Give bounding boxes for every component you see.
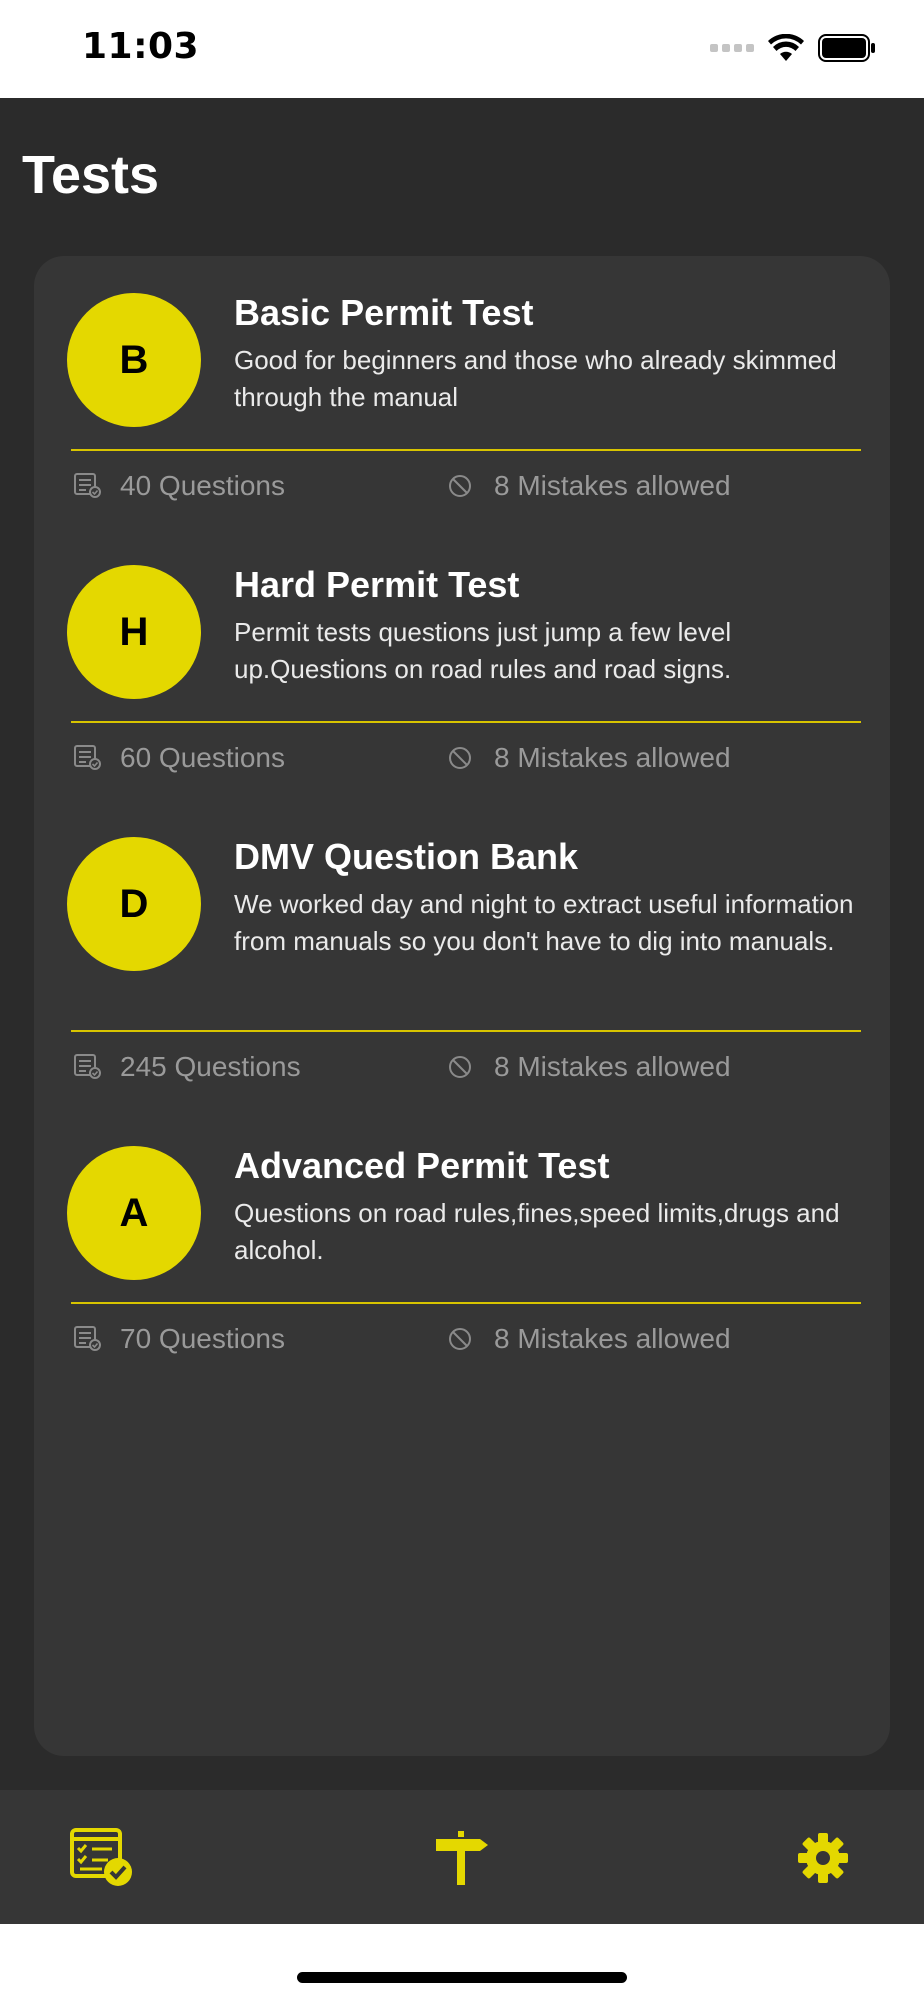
tab-tests[interactable] [62,1818,142,1898]
test-name: Hard Permit Test [234,564,520,605]
questions-count: 40 Questions [120,470,285,501]
divider [71,1030,861,1032]
questions-icon [74,745,101,770]
test-description: Questions on road rules,fines,speed limi… [234,1198,840,1265]
home-indicator[interactable] [297,1972,627,1983]
test-description: We worked day and night to extract usefu… [234,889,854,956]
test-name: DMV Question Bank [234,836,579,877]
test-description: Good for beginners and those who already… [234,345,837,412]
tab-road-signs[interactable] [422,1818,502,1898]
test-name: Basic Permit Test [234,292,534,333]
no-mistakes-icon [449,747,471,769]
test-meta: 60 Questions 8 Mistakes allowed [74,742,854,782]
questions-icon [74,1054,101,1079]
divider [71,449,861,451]
test-meta: 40 Questions 8 Mistakes allowed [74,470,854,510]
mistakes-allowed: 8 Mistakes allowed [494,1051,731,1082]
questions-count: 60 Questions [120,742,285,773]
mistakes-allowed: 8 Mistakes allowed [494,470,731,501]
questions-icon [74,473,101,498]
no-mistakes-icon [449,1328,471,1350]
test-letter-badge: B [67,293,201,427]
questions-count: 245 Questions [120,1051,301,1082]
divider [71,1302,861,1304]
test-name: Advanced Permit Test [234,1145,610,1186]
cellular-signal-icon [710,44,754,52]
tests-card: B Basic Permit Test Good for beginners a… [34,256,890,1756]
battery-icon [818,34,875,62]
page-title: Tests [22,145,160,205]
test-letter-badge: D [67,837,201,971]
tests-screen: Tests B Basic Permit Test Good for begin… [0,98,924,1790]
test-letter-badge: A [67,1146,201,1280]
test-description: Permit tests questions just jump a few l… [234,617,732,684]
home-indicator-area [0,1924,924,2000]
questions-count: 70 Questions [120,1323,285,1354]
mistakes-allowed: 8 Mistakes allowed [494,1323,731,1354]
questions-icon [74,1326,101,1351]
tab-bar [0,1790,924,1924]
status-time: 11:03 [82,26,200,67]
status-icons [710,34,876,62]
tab-settings[interactable] [783,1818,863,1898]
signpost-icon [436,1831,488,1885]
status-bar: 11:03 [0,0,924,98]
no-mistakes-icon [449,475,471,497]
test-meta: 70 Questions 8 Mistakes allowed [74,1323,854,1363]
wifi-icon [768,34,804,61]
gear-icon [798,1833,848,1883]
mistakes-allowed: 8 Mistakes allowed [494,742,731,773]
no-mistakes-icon [449,1056,471,1078]
test-letter-badge: H [67,565,201,699]
test-meta: 245 Questions 8 Mistakes allowed [74,1051,854,1091]
divider [71,721,861,723]
tests-checklist-icon [70,1828,132,1886]
